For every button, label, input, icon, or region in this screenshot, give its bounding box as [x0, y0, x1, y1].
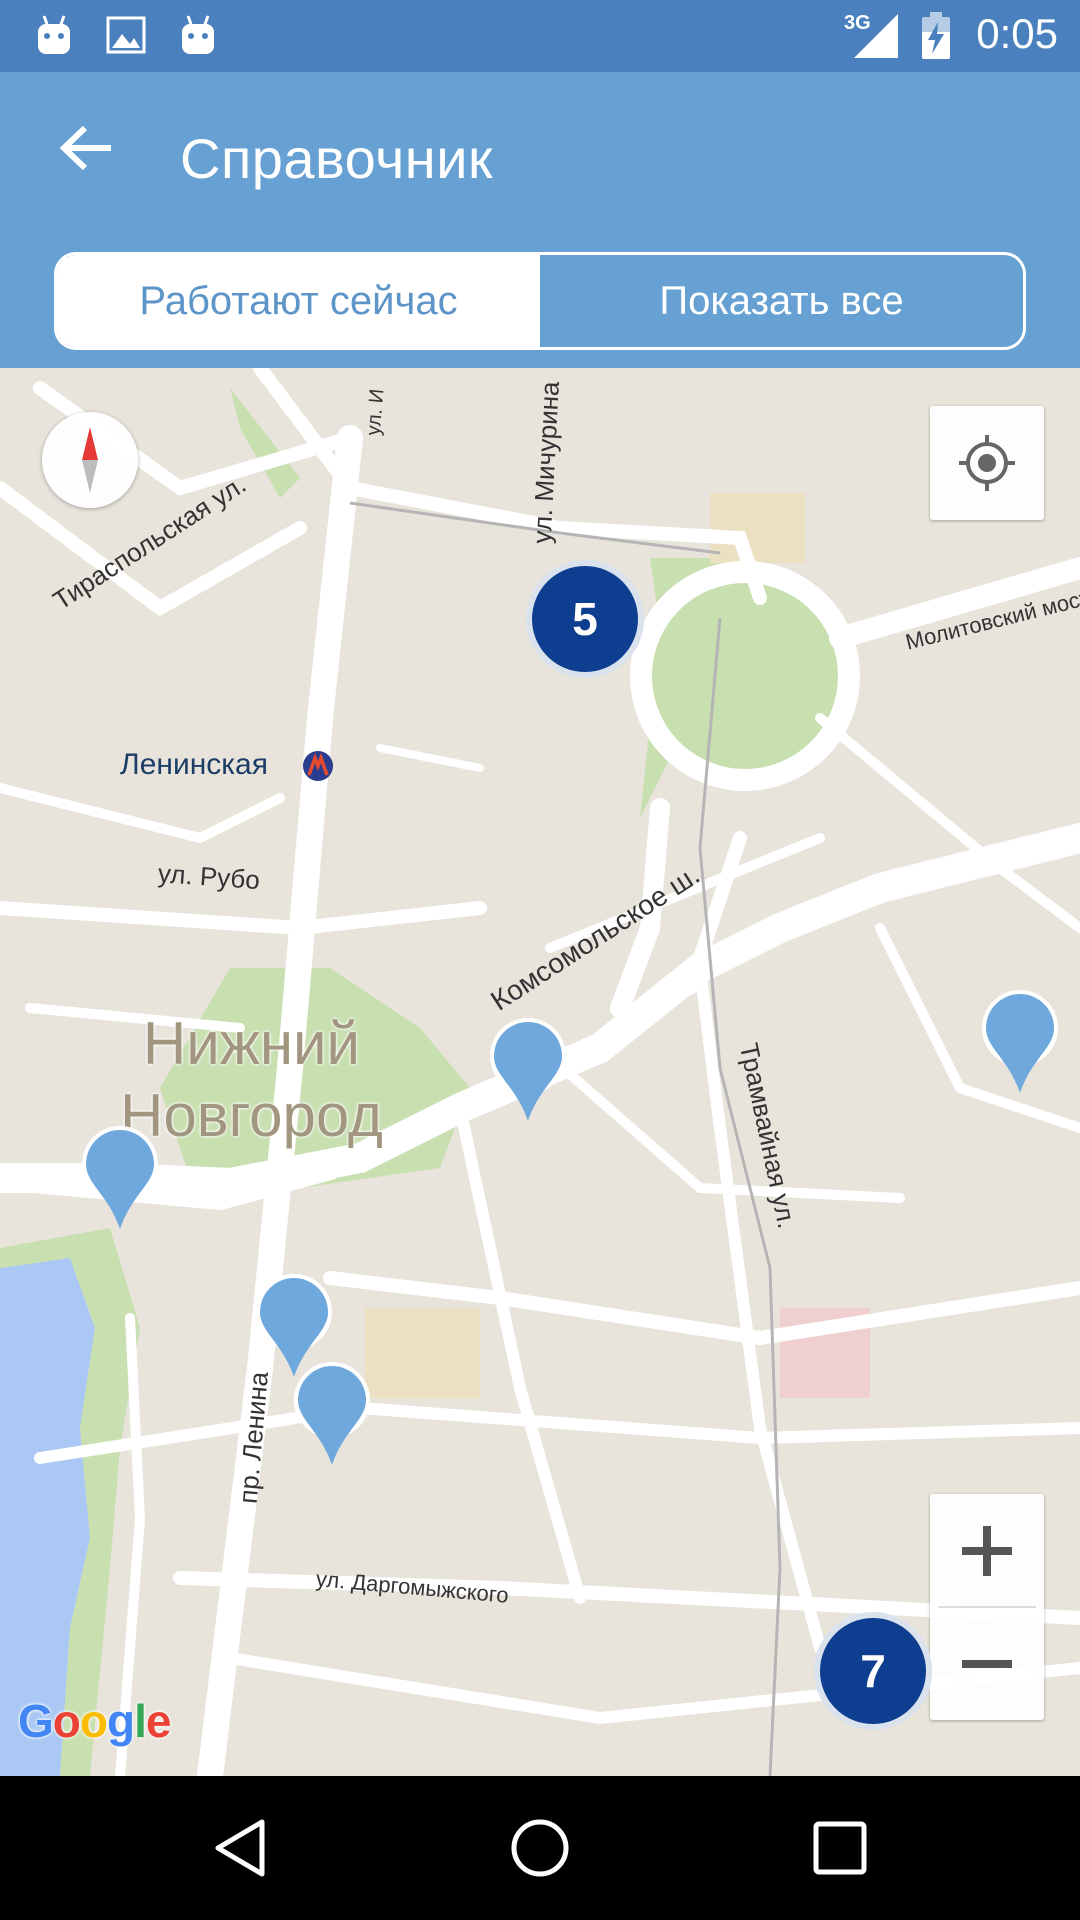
- map-pin[interactable]: [488, 1016, 568, 1126]
- map-view[interactable]: Тираспольская ул. ул. Мичурина Молитовск…: [0, 368, 1080, 1776]
- zoom-in-button[interactable]: [930, 1494, 1044, 1607]
- page-title: Справочник: [180, 127, 493, 190]
- filter-open-now-tab[interactable]: Работают сейчас: [57, 255, 540, 347]
- metro-icon: [303, 751, 333, 781]
- map-pin[interactable]: [292, 1360, 372, 1470]
- recents-square-icon: [813, 1821, 867, 1875]
- back-triangle-icon: [215, 1819, 265, 1877]
- nav-back-button[interactable]: [206, 1812, 278, 1884]
- zoom-out-button[interactable]: [930, 1607, 1044, 1720]
- system-nav-bar: [0, 1776, 1080, 1920]
- map-pin[interactable]: [980, 988, 1060, 1098]
- cluster-marker[interactable]: 5: [526, 560, 644, 678]
- compass-button[interactable]: [42, 412, 138, 508]
- my-location-button[interactable]: [930, 406, 1044, 520]
- filter-show-all-tab[interactable]: Показать все: [540, 255, 1023, 347]
- nav-home-button[interactable]: [504, 1812, 576, 1884]
- zoom-controls: [930, 1494, 1044, 1720]
- app-bar: Справочник Работают сейчас Показать все: [0, 72, 1080, 368]
- back-button[interactable]: [46, 108, 126, 188]
- map-pin[interactable]: [80, 1124, 160, 1234]
- compass-icon: [82, 427, 98, 493]
- minus-icon: [962, 1659, 1012, 1668]
- metro-station-label: Ленинская: [120, 748, 268, 781]
- status-bar: 3G 0:05: [0, 0, 1080, 72]
- android-icon: [38, 15, 70, 54]
- nav-recents-button[interactable]: [804, 1812, 876, 1884]
- home-circle-icon: [511, 1819, 569, 1877]
- google-logo: Google: [18, 1695, 171, 1747]
- city-label-line-1: Нижний: [142, 1010, 361, 1077]
- filter-segmented-control: Работают сейчас Показать все: [54, 252, 1026, 350]
- android-icon: [182, 15, 214, 54]
- battery-charging-icon: [922, 12, 950, 59]
- my-location-icon: [959, 435, 1015, 491]
- image-icon: [106, 16, 146, 54]
- street-label-i: ул. И: [362, 387, 389, 437]
- cluster-marker[interactable]: 7: [814, 1612, 932, 1730]
- status-time: 0:05: [976, 10, 1058, 57]
- signal-icon: [854, 14, 898, 58]
- plus-icon: [962, 1525, 1012, 1576]
- arrow-back-icon: [59, 125, 111, 171]
